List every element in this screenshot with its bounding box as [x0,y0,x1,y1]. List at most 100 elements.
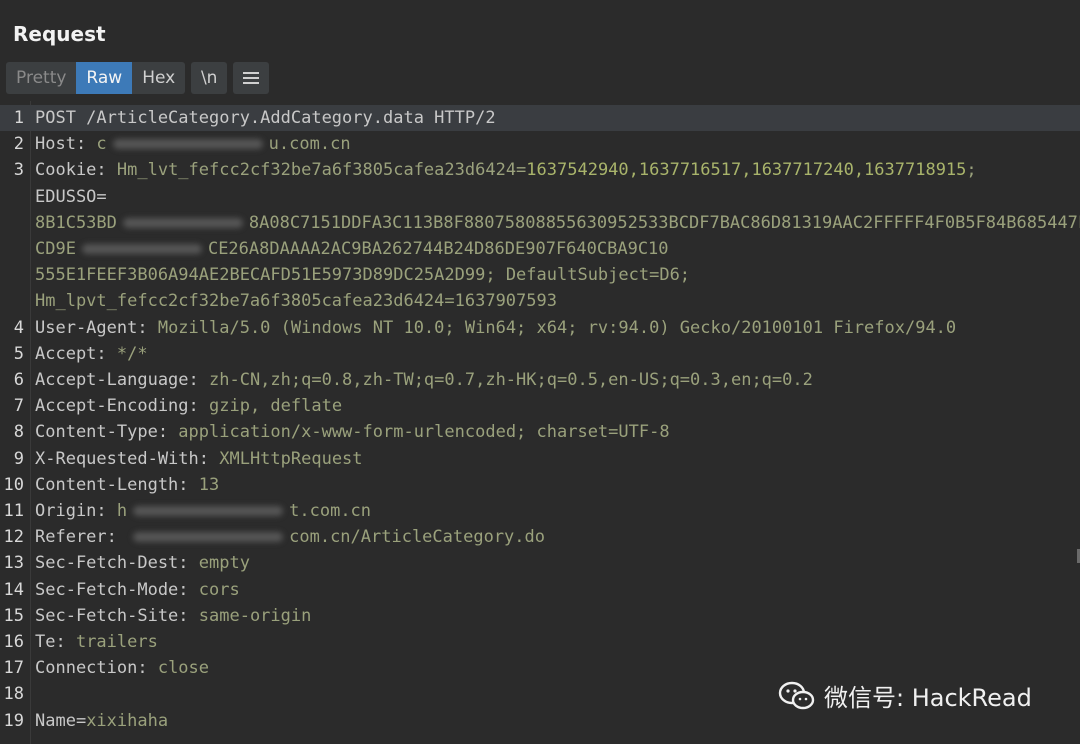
line-content: Accept-Language: zh-CN,zh;q=0.8,zh-TW;q=… [35,367,813,393]
menu-button[interactable] [233,62,270,94]
code-line[interactable]: 5 Accept: */* [0,341,1080,367]
line-content: Hm_lpvt_fefcc2cf32be7a6f3805cafea23d6424… [35,288,557,314]
code-line[interactable]: 6 Accept-Language: zh-CN,zh;q=0.8,zh-TW;q… [0,367,1080,393]
code-line[interactable]: 14 Sec-Fetch-Mode: cors [0,577,1080,603]
line-content: 555E1FEEF3B06A94AE2BECAFD51E5973D89DC25A… [35,262,690,288]
line-number: 11 [3,501,24,521]
header-value: Hm_lvt_fefcc2cf32be7a6f3805cafea23d6424= [116,160,527,181]
code-line[interactable]: 3 Cookie: Hm_lvt_fefcc2cf32be7a6f3805cafe… [0,157,1080,183]
header-value: cors [198,579,240,600]
line-number: 19 [3,710,24,731]
line-number: 18 [3,684,24,705]
line-content: Cookie: Hm_lvt_fefcc2cf32be7a6f3805cafea… [35,157,977,183]
code-line[interactable]: EDUSSO= [0,184,1080,210]
watermark: 微信号: HackRead [778,678,1032,713]
code-line[interactable]: 9 X-Requested-With: XMLHttpRequest [0,446,1080,472]
line-content: Host: c u.com.cn [35,131,351,157]
header-value: XMLHttpRequest [219,448,363,469]
line-number: 8 [13,422,24,443]
header-key: Host: [35,134,97,155]
panel-title: Request [13,22,106,46]
header-value-continued: 8A08C7151DDFA3C113B8F8807580885563095253… [248,212,1080,233]
header-value: h [116,501,128,521]
cookie-timestamps: 1637542940,1637716517,1637717240,1637718… [526,160,967,181]
header-key: Sec-Fetch-Dest: [35,553,199,574]
line-content: Accept: */* [35,341,148,367]
header-value: close [157,658,210,679]
code-line[interactable]: 8 Content-Type: application/x-www-form-ur… [0,419,1080,445]
header-key: Referer: [35,527,128,548]
header-value: c [96,134,107,155]
line-number: 9 [13,448,24,469]
code-line[interactable]: 1 POST /ArticleCategory.AddCategory.data … [0,105,1080,131]
header-key: Origin: [35,501,117,521]
line-content: EDUSSO= [35,184,107,210]
code-line[interactable]: 7 Accept-Encoding: gzip, deflate [0,393,1080,419]
request-editor[interactable]: 1 POST /ArticleCategory.AddCategory.data … [0,101,1080,744]
line-content: 8B1C53BD 8A08C7151DDFA3C113B8F88075808855… [35,210,1080,236]
code-line[interactable]: 10 Content-Length: 13 [0,472,1080,498]
newline-toggle-button[interactable]: \n [191,62,228,94]
header-value: zh-CN,zh;q=0.8,zh-TW;q=0.7,zh-HK;q=0.5,e… [209,370,813,390]
header-key: Accept-Encoding: [35,396,209,417]
line-content: Referer: com.cn/ArticleCategory.do [35,524,545,550]
watermark-text: 微信号: HackRead [824,684,1032,712]
code-line[interactable]: 11 Origin: h t.com.cn [0,498,1080,524]
header-value-tail: ; DefaultSubject=D6; [485,265,691,286]
header-value: empty [198,553,250,574]
header-value: xixihaha [86,710,169,731]
header-key: Sec-Fetch-Site: [35,605,199,626]
line-number: 3 [13,160,24,181]
code-line[interactable]: 16 Te: trailers [0,629,1080,655]
code-line[interactable]: Hm_lpvt_fefcc2cf32be7a6f3805cafea23d6424… [0,288,1080,314]
code-line[interactable]: 555E1FEEF3B06A94AE2BECAFD51E5973D89DC25A… [0,262,1080,288]
header-value-tail: t.com.cn [289,501,372,521]
header-value: CD9E [35,239,76,259]
code-line[interactable]: 13 Sec-Fetch-Dest: empty [0,550,1080,576]
tab-hex[interactable]: Hex [132,62,185,94]
tab-raw[interactable]: Raw [76,62,133,94]
header-value-continued: CE26A8DAAAA2AC9BA262744B24D86DE907F640CB… [207,239,669,259]
header-key: Connection: [35,658,158,679]
header-key: Cookie: [35,160,117,181]
line-number: 6 [13,370,24,390]
header-value: */* [116,343,148,364]
header-key: Sec-Fetch-Mode: [35,579,199,600]
line-content: Sec-Fetch-Mode: cors [35,577,240,603]
code-line[interactable]: 4 User-Agent: Mozilla/5.0 (Windows NT 10.… [0,315,1080,341]
line-content: POST /ArticleCategory.AddCategory.data H… [35,105,496,131]
tab-pretty[interactable]: Pretty [6,62,76,94]
redacted-blur [81,244,202,254]
header-value: 8B1C53BD [35,212,117,233]
header-key: Content-Type: [35,422,179,443]
code-line[interactable]: 12 Referer: com.cn/ArticleCategory.do [0,524,1080,550]
line-number: 17 [3,658,24,679]
header-value-tail: u.com.cn [268,134,351,155]
line-number: 2 [13,134,24,155]
redacted-blur [133,532,284,543]
header-key: Name= [35,710,87,731]
line-content: Sec-Fetch-Dest: empty [35,550,250,576]
line-number: 7 [13,396,24,417]
line-number: 16 [3,632,24,652]
line-number: 14 [3,579,24,600]
header-value: same-origin [198,605,312,626]
line-content: Content-Length: 13 [35,472,219,498]
line-content: Origin: h t.com.cn [35,498,371,524]
header-key: Te: [35,632,76,652]
line-number: 10 [3,474,24,495]
header-key: Accept-Language: [35,370,209,390]
line-number: 4 [13,317,24,338]
header-key: EDUSSO= [35,186,107,207]
view-mode-tabs: Pretty Raw Hex [6,62,186,94]
redacted-blur [133,506,284,516]
code-line[interactable]: CD9E CE26A8DAAAA2AC9BA262744B24D86DE907F6… [0,236,1080,262]
wechat-icon [778,681,815,709]
code-line[interactable]: 2 Host: c u.com.cn [0,131,1080,157]
code-line[interactable]: 8B1C53BD 8A08C7151DDFA3C113B8F88075808855… [0,210,1080,236]
line-content: Te: trailers [35,629,158,655]
line-content: Content-Type: application/x-www-form-url… [35,419,670,445]
line-number: 5 [13,343,24,364]
code-line[interactable]: 15 Sec-Fetch-Site: same-origin [0,603,1080,629]
header-key: User-Agent: [35,317,158,338]
